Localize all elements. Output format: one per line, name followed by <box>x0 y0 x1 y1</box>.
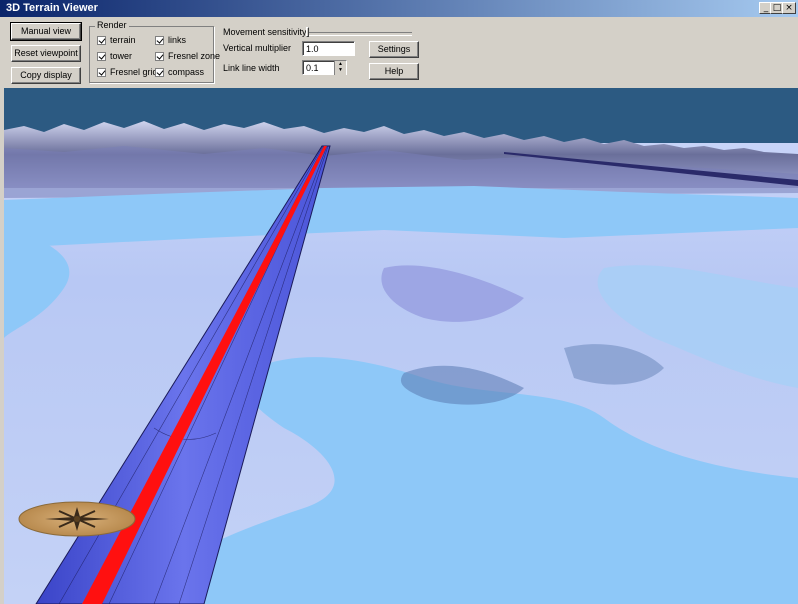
fresnel-zone-checkbox-label: Fresnel zone <box>168 51 221 61</box>
tower-checkbox[interactable]: tower <box>97 51 132 61</box>
movement-sensitivity-thumb[interactable] <box>306 27 309 37</box>
links-checkbox-label: links <box>168 35 187 45</box>
fresnel-zone-checkbox[interactable]: Fresnel zone <box>155 51 220 61</box>
fresnel-grid-checkbox-label: Fresnel grid <box>110 67 158 77</box>
link-line-width-label: Link line width <box>223 63 280 73</box>
terrain-3d-viewport[interactable] <box>4 88 798 604</box>
terrain-checkbox[interactable]: terrain <box>97 35 136 45</box>
compass-checkbox-label: compass <box>168 67 205 77</box>
movement-sensitivity-label: Movement sensitivity <box>223 27 307 37</box>
movement-sensitivity-slider[interactable] <box>306 32 412 36</box>
settings-button[interactable]: Settings <box>369 41 419 58</box>
checkbox-check-icon <box>97 36 106 45</box>
vertical-multiplier-input[interactable]: 1.0 <box>302 41 355 56</box>
terrain-render <box>4 88 798 604</box>
compass-checkbox[interactable]: compass <box>155 67 204 77</box>
checkbox-check-icon <box>97 68 106 77</box>
close-button[interactable]: × <box>782 2 796 14</box>
title-bar: 3D Terrain Viewer _ □ × <box>0 0 798 17</box>
render-group-label: Render <box>95 20 129 30</box>
checkbox-check-icon <box>97 52 106 61</box>
tower-checkbox-label: tower <box>110 51 133 61</box>
link-line-width-spinner[interactable]: ▲ ▼ <box>334 61 346 75</box>
copy-display-button[interactable]: Copy display <box>11 67 81 84</box>
control-panel: Manual view Reset viewpoint Copy display… <box>0 17 798 87</box>
links-checkbox[interactable]: links <box>155 35 186 45</box>
checkbox-check-icon <box>155 36 164 45</box>
checkbox-check-icon <box>155 52 164 61</box>
terrain-checkbox-label: terrain <box>110 35 136 45</box>
help-button[interactable]: Help <box>369 63 419 80</box>
compass-rose <box>18 501 136 537</box>
render-group: Render terrain links tower Fresnel zone … <box>89 20 220 83</box>
vertical-multiplier-label: Vertical multiplier <box>223 43 292 53</box>
window-title: 3D Terrain Viewer <box>6 2 98 14</box>
spin-down-icon[interactable]: ▼ <box>335 67 346 73</box>
fresnel-grid-checkbox[interactable]: Fresnel grid <box>97 67 158 77</box>
reset-viewpoint-button[interactable]: Reset viewpoint <box>11 45 81 62</box>
manual-view-button[interactable]: Manual view <box>10 22 82 41</box>
checkbox-check-icon <box>155 68 164 77</box>
